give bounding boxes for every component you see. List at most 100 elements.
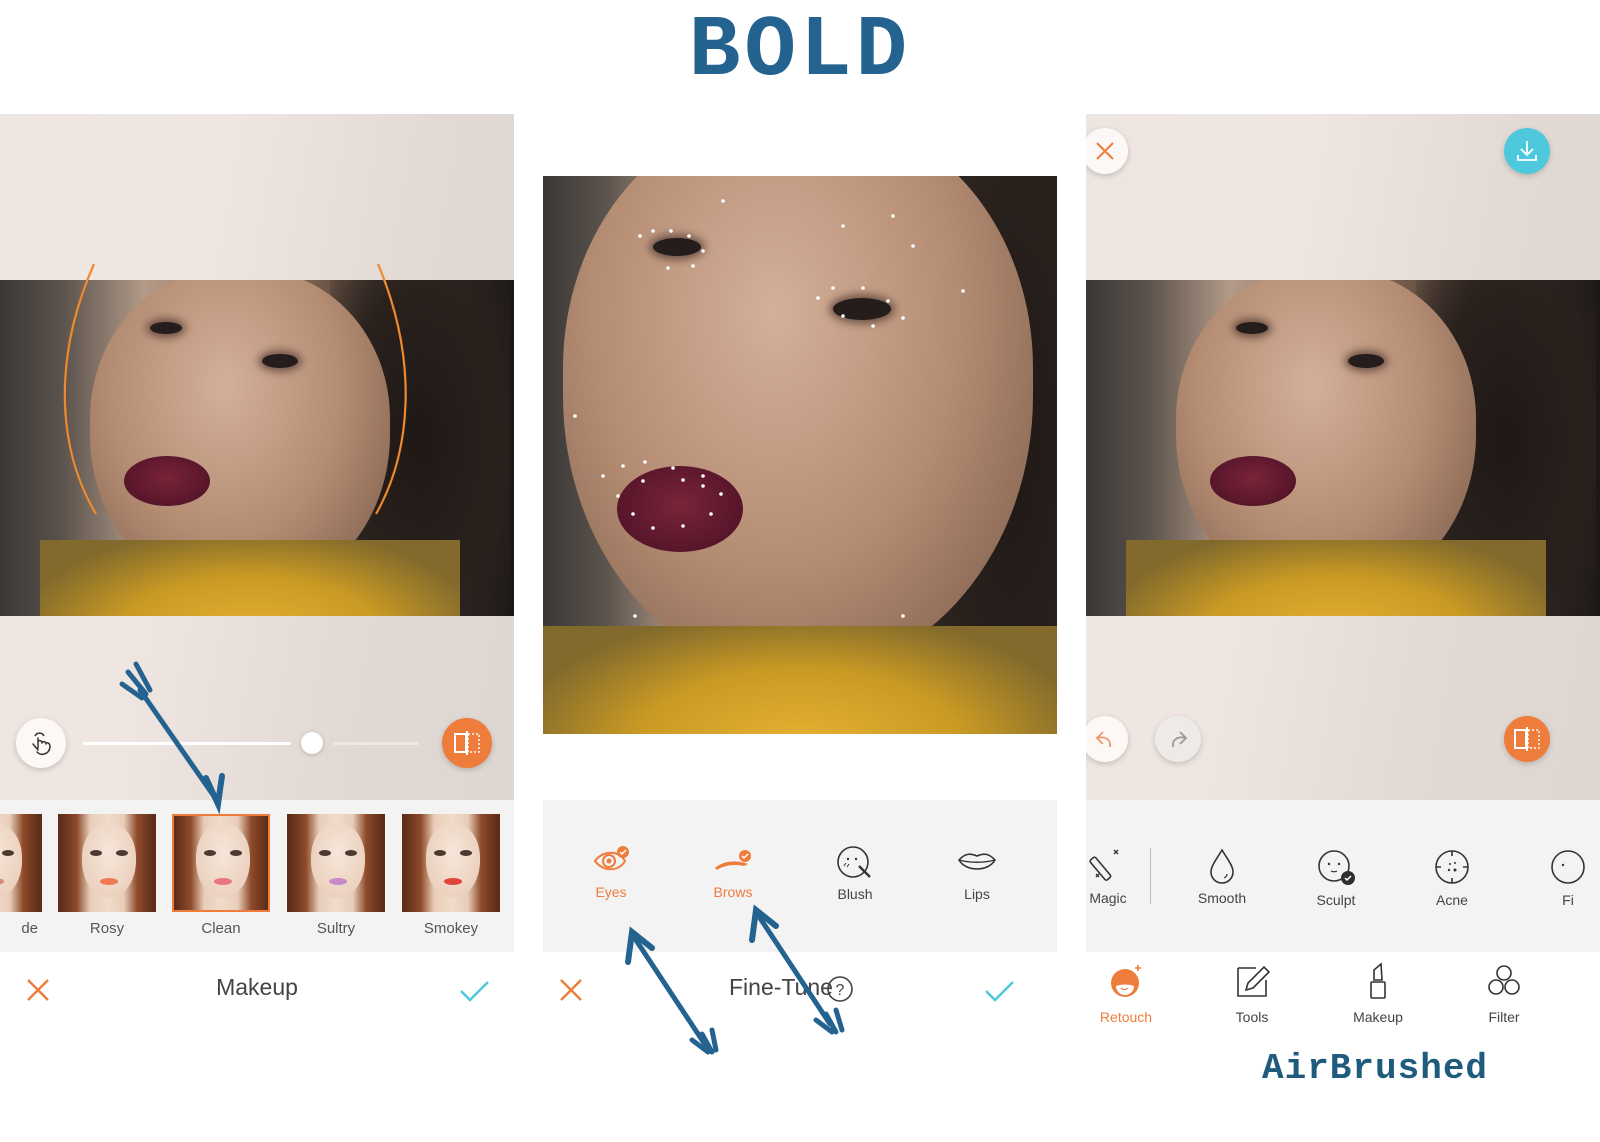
eye-left: [653, 238, 701, 256]
intensity-slider-fill[interactable]: [83, 742, 291, 745]
nav-label: Filter: [1488, 1009, 1520, 1025]
tool-sculpt[interactable]: Sculpt: [1286, 848, 1386, 908]
filter-circles-icon: [1488, 965, 1520, 995]
redo-icon: [1172, 731, 1188, 748]
tool-acne[interactable]: Acne: [1402, 848, 1502, 908]
redo-button[interactable]: [1155, 716, 1201, 762]
undo-icon: [1095, 731, 1111, 748]
preset-sultry[interactable]: Sultry: [287, 814, 385, 937]
preset-rosy[interactable]: Rosy: [58, 814, 156, 937]
lips-shape: [1210, 456, 1296, 506]
makeup-presets-tray: de Rosy Clean Sultry Smokey: [0, 800, 514, 952]
preset-clean[interactable]: Clean: [172, 814, 270, 937]
tool-label: Lips: [964, 886, 990, 902]
preset-nude[interactable]: de: [0, 814, 42, 937]
panel-title: Makeup: [216, 974, 298, 1000]
tool-brows[interactable]: Brows: [683, 844, 783, 900]
download-button[interactable]: [1504, 128, 1550, 174]
finetune-tools-tray: Eyes Brows Blush Lips: [543, 800, 1057, 952]
tool-divider: [1150, 848, 1151, 904]
eye-right: [1348, 354, 1384, 368]
face-icon: [1551, 850, 1585, 884]
lips-shape: [617, 466, 743, 552]
checkmark-icon[interactable]: [981, 972, 1017, 1008]
svg-text:?: ?: [836, 982, 845, 999]
sweater-shape: [1126, 540, 1546, 616]
eye-right: [833, 298, 891, 320]
portrait-closeup-photo: [543, 176, 1057, 734]
nav-filter[interactable]: Filter: [1459, 962, 1549, 1025]
nav-label: Makeup: [1353, 1009, 1403, 1025]
preset-label: Rosy: [89, 920, 125, 937]
tool-fine[interactable]: Fi: [1518, 848, 1600, 908]
help-circle-icon[interactable]: ?: [825, 974, 855, 1004]
headline-title: BOLD: [688, 2, 912, 100]
finetune-panel: Eyes Brows Blush Lips Fine-Tune ?: [543, 114, 1057, 1142]
nav-retouch[interactable]: Retouch: [1086, 962, 1171, 1025]
sweater-shape: [40, 540, 460, 616]
hand-touch-icon: [32, 732, 51, 756]
brow-icon: [715, 850, 751, 870]
nav-label: Tools: [1235, 1009, 1269, 1025]
preset-label: Clean: [201, 920, 241, 937]
preset-label: Sultry: [316, 920, 356, 937]
touch-mode-button[interactable]: [16, 718, 66, 768]
sweater-shape: [543, 626, 1057, 734]
compare-button[interactable]: [442, 718, 492, 768]
preset-thumbnail-selected: [172, 814, 270, 912]
portrait-photo: [1086, 280, 1600, 616]
tool-eyes[interactable]: Eyes: [561, 844, 661, 900]
portrait-photo: [0, 280, 514, 616]
tool-magic[interactable]: Magic: [1086, 848, 1158, 906]
eye-left: [150, 322, 182, 334]
tool-label: Sculpt: [1316, 892, 1356, 908]
tool-label: Acne: [1436, 892, 1468, 908]
makeup-bottom-bar: Makeup: [0, 952, 514, 1032]
tool-label: Blush: [837, 886, 873, 902]
compare-split-icon: [1514, 727, 1540, 751]
panel-title: Fine-Tune: [729, 974, 833, 1000]
checkmark-icon[interactable]: [456, 972, 492, 1008]
intensity-slider-track[interactable]: [333, 742, 419, 745]
preset-thumbnail: [0, 814, 42, 912]
blush-face-icon: [837, 846, 871, 878]
brand-wordmark: AirBrushed: [1262, 1048, 1489, 1089]
eye-left: [1236, 322, 1268, 334]
retouch-face-icon: [1111, 965, 1141, 997]
makeup-panel: de Rosy Clean Sultry Smokey Makeup: [0, 114, 514, 1142]
tool-blush[interactable]: Blush: [805, 844, 905, 902]
tool-label: Brows: [713, 884, 753, 900]
download-icon: [1517, 141, 1537, 161]
nav-label: Retouch: [1099, 1009, 1153, 1025]
preset-thumbnail: [58, 814, 156, 912]
eye-icon: [593, 846, 629, 871]
tool-label: Smooth: [1197, 890, 1247, 906]
eye-right: [262, 354, 298, 368]
lipstick-icon: [1370, 962, 1386, 999]
tool-label: Magic: [1089, 890, 1127, 906]
preset-thumbnail: [402, 814, 500, 912]
preset-label: Smokey: [423, 920, 479, 937]
tool-label: Fi: [1562, 892, 1574, 908]
tool-lips[interactable]: Lips: [927, 844, 1027, 902]
compare-split-icon: [454, 731, 480, 755]
tool-smooth[interactable]: Smooth: [1172, 848, 1272, 906]
finetune-bottom-bar: Fine-Tune ?: [543, 952, 1057, 1032]
lips-shape: [124, 456, 210, 506]
intensity-slider-thumb[interactable]: [301, 732, 323, 754]
preset-thumbnail: [287, 814, 385, 912]
lips-icon: [958, 853, 996, 870]
retouch-nav-bar: Retouch Tools Makeup Filter: [1086, 952, 1600, 1028]
sculpt-face-icon: [1318, 850, 1355, 885]
compare-button[interactable]: [1504, 716, 1550, 762]
edit-pencil-icon: [1237, 965, 1271, 997]
droplet-icon: [1210, 848, 1234, 884]
preset-smokey[interactable]: Smokey: [402, 814, 500, 937]
nav-tools[interactable]: Tools: [1207, 962, 1297, 1025]
close-icon[interactable]: [553, 972, 589, 1008]
magic-wand-icon: [1089, 849, 1119, 881]
nav-makeup[interactable]: Makeup: [1333, 962, 1423, 1025]
acne-target-icon: [1435, 850, 1469, 884]
preset-label: de: [21, 920, 38, 937]
close-icon: [1096, 142, 1114, 160]
